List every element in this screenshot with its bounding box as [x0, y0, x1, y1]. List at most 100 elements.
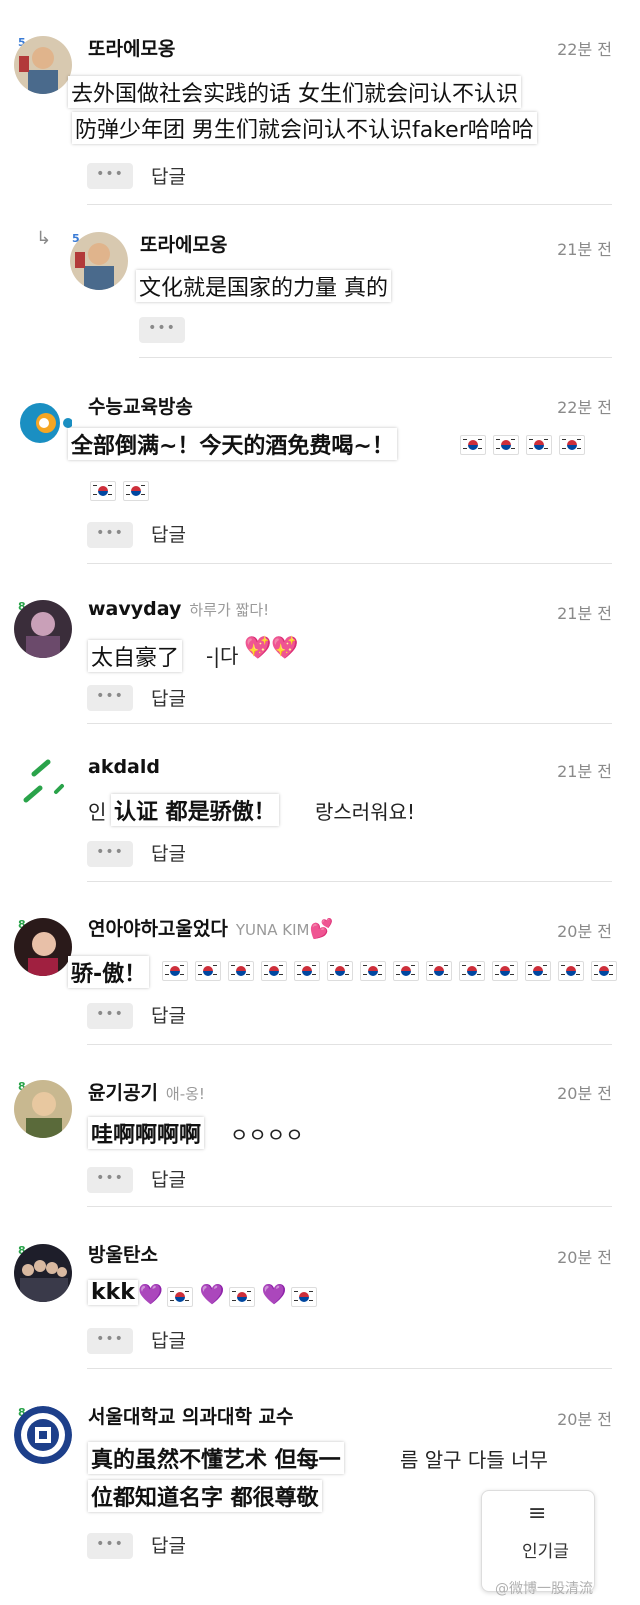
username[interactable]: 또라에모옹	[88, 34, 175, 61]
comment-text-line: 真的虽然不懂艺术 但每一	[88, 1442, 344, 1474]
korea-flag-icon	[294, 960, 320, 981]
username[interactable]: 방울탄소	[88, 1240, 158, 1267]
reply-arrow-icon: ↳	[36, 228, 52, 249]
korea-flag-icon	[228, 1286, 255, 1307]
timestamp: 22분 전	[557, 40, 612, 59]
comment-text-line: 骄-傲！	[68, 956, 150, 988]
divider	[87, 204, 612, 205]
username[interactable]: 연아야하고울었다 YUNA KIM💕	[88, 914, 333, 941]
username[interactable]: 윤기공기 애-옹!	[88, 1078, 205, 1105]
username[interactable]: 또라에모옹	[140, 230, 227, 257]
korea-flag-icon	[558, 960, 584, 981]
avatar[interactable]	[14, 1080, 72, 1138]
reply-button[interactable]: 답글	[151, 1001, 186, 1028]
divider	[87, 1368, 612, 1369]
flag-row	[162, 960, 624, 981]
comment-raw-text: ㅇㅇㅇㅇ	[230, 1123, 304, 1147]
avatar[interactable]	[14, 36, 72, 94]
watermark: @微博一股清流	[495, 1581, 593, 1597]
more-button[interactable]: •••	[87, 841, 133, 867]
username-text[interactable]: 윤기공기	[88, 1082, 158, 1104]
avatar[interactable]	[14, 1244, 72, 1302]
korea-flag-icon	[393, 960, 419, 981]
avatar[interactable]	[14, 758, 72, 816]
korea-flag-icon	[228, 960, 254, 981]
more-button[interactable]: •••	[87, 1167, 133, 1193]
purple-heart-icon: 💜	[261, 1282, 287, 1306]
korea-flag-icon	[90, 480, 116, 501]
more-button[interactable]: •••	[87, 1003, 133, 1029]
timestamp: 20분 전	[557, 1084, 612, 1103]
menu-icon: ≡	[528, 1501, 547, 1526]
user-status: 애-옹!	[165, 1085, 205, 1103]
more-button[interactable]: •••	[87, 685, 133, 711]
more-button[interactable]: •••	[87, 1328, 133, 1354]
timestamp: 20분 전	[557, 1410, 612, 1429]
korea-flag-icon	[360, 960, 386, 981]
reply-button[interactable]: 답글	[151, 162, 186, 189]
more-button[interactable]: •••	[87, 522, 133, 548]
divider	[87, 1206, 612, 1207]
korea-flag-icon	[525, 960, 551, 981]
divider	[87, 1044, 612, 1045]
reply-button[interactable]: 답글	[151, 839, 186, 866]
korea-flag-icon	[426, 960, 452, 981]
comment-text-line: 认证 都是骄傲！	[111, 794, 279, 826]
reply-button[interactable]: 답글	[151, 1165, 186, 1192]
flag-row: 💜 💜 💜	[138, 1282, 324, 1307]
username[interactable]: wavyday 하루가 짧다!	[88, 598, 269, 620]
korea-flag-icon	[492, 960, 518, 981]
comment-text-line: 全部倒满~！今天的酒免费喝~！	[68, 428, 397, 460]
korea-flag-icon	[123, 480, 149, 501]
reply-button[interactable]: 답글	[151, 1531, 186, 1558]
timestamp: 21분 전	[557, 240, 612, 259]
korea-flag-icon	[591, 960, 617, 981]
comment-raw-text: 름 알구 다들 너무	[400, 1448, 548, 1472]
timestamp: 21분 전	[557, 762, 612, 781]
divider	[87, 723, 612, 724]
comment-text-line: 位都知道名字 都很尊敬	[88, 1480, 322, 1512]
comment-raw-text: -|다	[206, 644, 239, 668]
timestamp: 21분 전	[557, 604, 612, 623]
korea-flag-icon	[327, 960, 353, 981]
more-button[interactable]: •••	[87, 163, 133, 189]
user-status: 하루가 짧다!	[189, 601, 270, 619]
comment-text-line: 防弹少年团 男生们就会问认不认识faker哈哈哈	[72, 112, 537, 144]
reply-button[interactable]: 답글	[151, 1326, 186, 1353]
korea-flag-icon	[261, 960, 287, 981]
korea-flag-icon	[559, 434, 585, 455]
korea-flag-icon	[166, 1286, 193, 1307]
sparkle-heart-icon: 💖💖	[244, 636, 299, 661]
avatar[interactable]	[70, 232, 128, 290]
avatar[interactable]	[14, 918, 72, 976]
comment-text-line: 太自豪了	[88, 640, 183, 672]
avatar[interactable]	[14, 394, 72, 452]
username[interactable]: 서울대학교 의과대학 교수	[88, 1402, 294, 1429]
more-button[interactable]: •••	[87, 1533, 133, 1559]
timestamp: 22분 전	[557, 398, 612, 417]
popular-posts-button[interactable]: ≡ 인기글	[481, 1490, 595, 1592]
reply-button[interactable]: 답글	[151, 684, 186, 711]
purple-heart-icon: 💜	[199, 1282, 225, 1306]
reply-button[interactable]: 답글	[151, 520, 186, 547]
more-button[interactable]: •••	[139, 317, 185, 343]
username-text[interactable]: wavyday	[88, 598, 181, 620]
korea-flag-icon	[459, 960, 485, 981]
korea-flag-icon	[460, 434, 486, 455]
comment-raw-text: 인	[88, 800, 107, 824]
username[interactable]: 수능교육방송	[88, 392, 193, 419]
comment-raw-text: 랑스러워요!	[315, 800, 416, 824]
korea-flag-icon	[162, 960, 188, 981]
username[interactable]: akdald	[88, 756, 160, 778]
korea-flag-icon	[526, 434, 552, 455]
avatar[interactable]	[14, 1406, 72, 1464]
korea-flag-icon	[493, 434, 519, 455]
username-text[interactable]: 연아야하고울었다	[88, 918, 228, 940]
comment-text-line: kkk	[88, 1280, 138, 1305]
popular-posts-label: 인기글	[522, 1542, 569, 1562]
flag-row	[90, 480, 156, 501]
divider	[87, 881, 612, 882]
avatar[interactable]	[14, 600, 72, 658]
flag-row	[460, 434, 592, 455]
korea-flag-icon	[195, 960, 221, 981]
